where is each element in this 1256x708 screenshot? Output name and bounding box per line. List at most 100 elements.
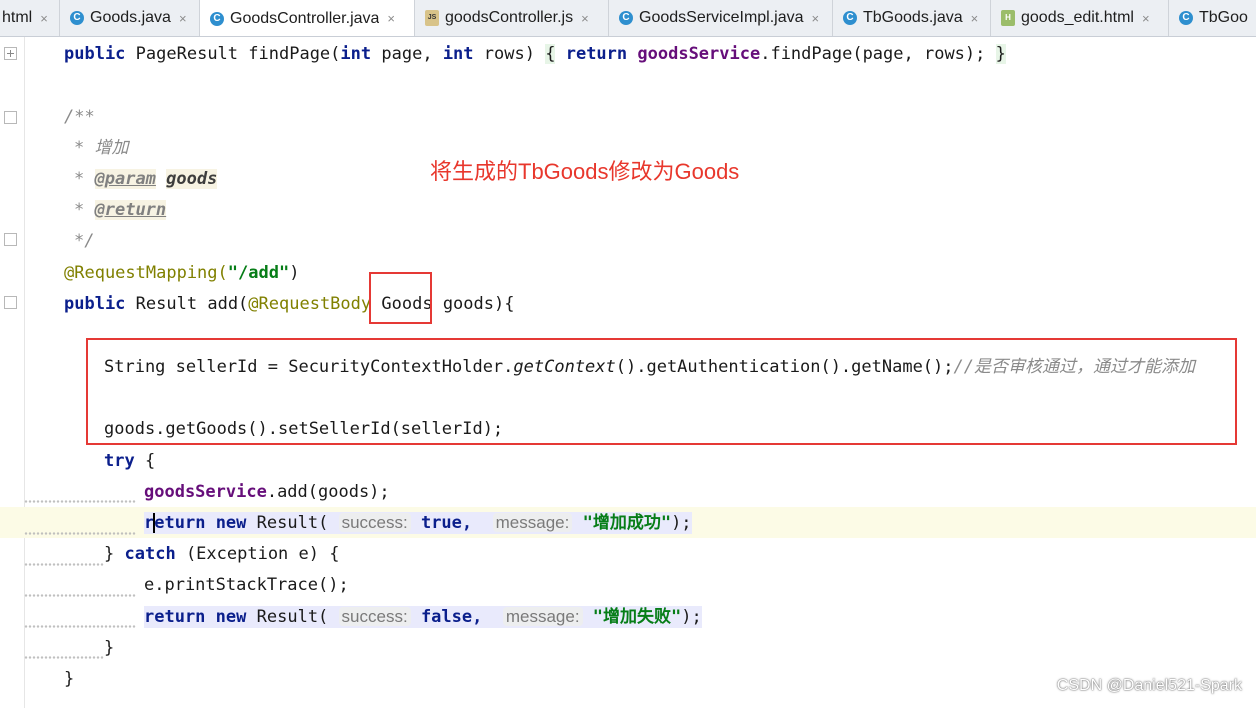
method-name: add( (207, 294, 249, 314)
doc-param-name: goods (166, 169, 218, 189)
tab-label: GoodsController.java (230, 9, 380, 27)
field-ref: goodsService (637, 44, 761, 64)
editor-gutter (0, 37, 25, 708)
warning-underline (24, 656, 104, 659)
warning-underline (24, 594, 136, 597)
keyword: int (340, 44, 372, 64)
code-text: (Exception e) { (185, 544, 340, 564)
code-line-print-trace: e.printStackTrace(); (144, 575, 349, 595)
tab-label: TbGoo (1199, 9, 1248, 26)
tab-label: GoodsServiceImpl.java (639, 9, 804, 26)
highlight-box-seller-code (86, 338, 1237, 445)
keyword: false, (420, 607, 483, 627)
code-line-inner-close: } (104, 638, 115, 658)
doc-tag-return: @return (94, 200, 167, 220)
code-line-try: try { (104, 450, 155, 472)
code-line-outer-close: } (64, 669, 75, 689)
keyword: public (64, 44, 126, 64)
watermark: CSDN @Daniel521-Spark (1056, 677, 1242, 694)
doc-comment-description: * 增加 (74, 138, 129, 158)
class-icon: C (210, 11, 224, 26)
code-line-return-fail: return new Result( success: false, messa… (144, 606, 702, 628)
keyword: public (64, 294, 126, 314)
class-icon: C (843, 11, 857, 25)
fold-collapse-icon[interactable] (4, 296, 17, 309)
doc-comment-close: */ (74, 231, 95, 251)
tab-goods-edit-html[interactable]: H goods_edit.html × (991, 0, 1169, 36)
keyword: return (144, 607, 206, 627)
tab-label: Goods.java (90, 9, 171, 26)
type-name: Result( (256, 607, 329, 627)
method-name: findPage( (248, 44, 341, 64)
annotation: @RequestBody (248, 294, 372, 314)
method-call: .add(goods); (266, 482, 390, 502)
tab-goods-controller-java[interactable]: C GoodsController.java × (200, 0, 415, 36)
type-name: Result( (256, 513, 329, 533)
annotation-note: 将生成的TbGoods修改为Goods (430, 159, 740, 184)
code-line-request-mapping: @RequestMapping("/add") (64, 262, 299, 284)
code-line-findpage: public PageResult findPage(int page, int… (64, 43, 1006, 65)
param-hint: message: (492, 513, 573, 532)
editor-tab-bar: html × C Goods.java × C GoodsController.… (0, 0, 1256, 37)
param-hint: success: (338, 607, 411, 626)
class-icon: C (619, 11, 633, 25)
type-name: PageResult (135, 44, 239, 64)
close-icon[interactable]: × (387, 11, 395, 26)
tab-tbgoods-java[interactable]: C TbGoods.java × (833, 0, 991, 36)
code-line-catch: } catch (Exception e) { (104, 543, 339, 565)
tab-goods-java[interactable]: C Goods.java × (60, 0, 200, 36)
string-literal: "/add" (227, 263, 290, 283)
tab-label: goodsController.js (445, 9, 574, 26)
tab-html[interactable]: html × (0, 0, 60, 36)
tab-label: TbGoods.java (863, 9, 963, 26)
param-hint: success: (338, 513, 411, 532)
keyword: return (565, 44, 628, 64)
string-literal: "增加成功" (582, 513, 672, 533)
fold-end-icon[interactable] (4, 233, 17, 246)
warning-underline (24, 532, 136, 535)
type-name: Result (135, 294, 198, 314)
close-icon[interactable]: × (971, 11, 979, 26)
close-icon[interactable]: × (40, 11, 48, 26)
string-literal: "增加失败" (592, 607, 682, 627)
code-line-service-add: goodsService.add(goods); (144, 481, 390, 503)
fold-expand-icon[interactable] (4, 47, 17, 60)
brace: } (995, 44, 1006, 64)
keyword: catch (124, 544, 176, 564)
field-ref: goodsService (144, 482, 267, 502)
close-icon[interactable]: × (179, 11, 187, 26)
keyword: int (442, 44, 474, 64)
close-icon[interactable]: × (1142, 11, 1150, 26)
tab-goods-service-impl-java[interactable]: C GoodsServiceImpl.java × (609, 0, 833, 36)
code-text: ); (671, 513, 692, 533)
close-icon[interactable]: × (581, 11, 589, 26)
close-icon[interactable]: × (812, 11, 820, 26)
tab-label: html (2, 9, 33, 26)
warning-underline (24, 500, 136, 503)
doc-star: * (74, 200, 85, 220)
code-text: ); (681, 607, 702, 627)
js-file-icon: JS (425, 10, 439, 26)
tab-goods-controller-js[interactable]: JS goodsController.js × (415, 0, 609, 36)
html-file-icon: H (1001, 10, 1015, 26)
highlight-box-goods-param (369, 272, 432, 324)
paren: ) (289, 263, 300, 283)
class-icon: C (70, 11, 84, 25)
param-name: rows) (483, 44, 535, 64)
code-line-return-success: return new Result( success: true, messag… (144, 512, 692, 534)
keyword: new (215, 607, 247, 627)
brace: { (144, 451, 156, 471)
annotation: @RequestMapping( (64, 263, 228, 283)
tab-tbgoods-truncated[interactable]: C TbGoo (1169, 0, 1256, 36)
param-name: goods){ (442, 294, 515, 314)
class-icon: C (1179, 11, 1193, 25)
method-call: .findPage(page, rows); (760, 44, 986, 64)
keyword: true, (420, 513, 473, 533)
brace: } (104, 544, 115, 564)
fold-collapse-icon[interactable] (4, 111, 17, 124)
brace: { (545, 44, 556, 64)
code-line-add-signature: public Result add(@RequestBody Goods goo… (64, 293, 514, 315)
keyword: new (215, 513, 247, 533)
param-hint: message: (502, 607, 583, 626)
doc-comment-return: * @return (74, 199, 167, 221)
